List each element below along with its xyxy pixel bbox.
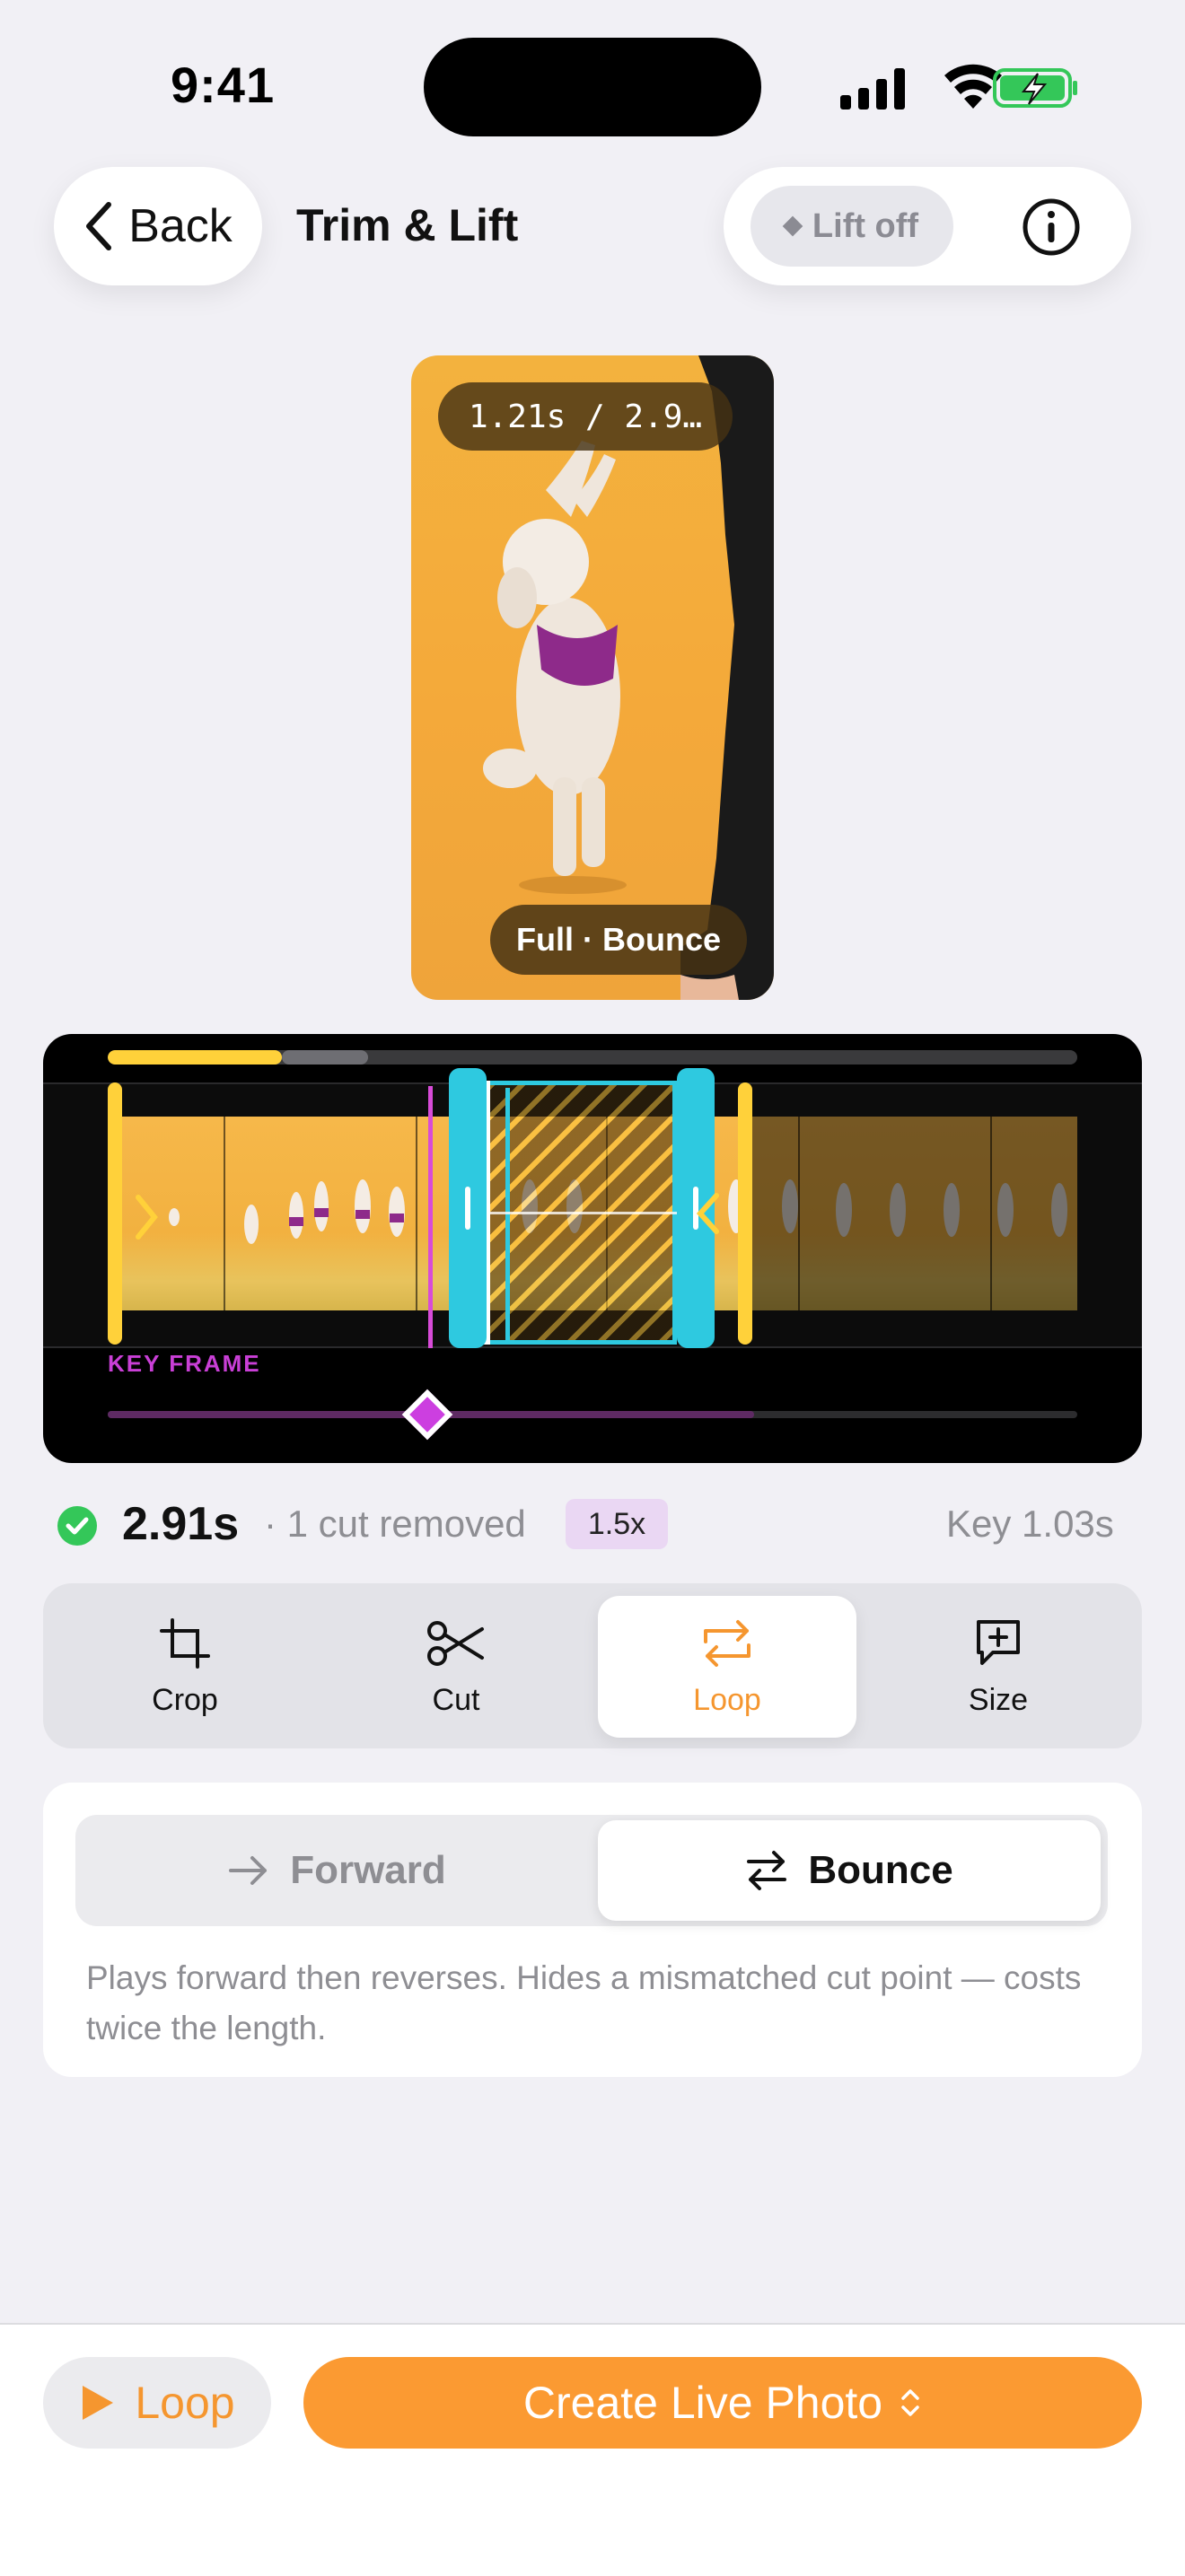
handle-grip xyxy=(465,1187,470,1230)
excluded-region xyxy=(749,1117,1077,1310)
tool-label: Size xyxy=(968,1682,1029,1717)
status-time: 9:41 xyxy=(171,57,276,113)
back-label: Back xyxy=(128,200,233,252)
create-live-photo-button[interactable]: Create Live Photo xyxy=(303,2357,1142,2449)
arrow-right-icon xyxy=(229,1856,268,1885)
tool-loop[interactable]: Loop xyxy=(598,1596,856,1738)
video-preview[interactable] xyxy=(411,355,774,1000)
key-time: Key 1.03s xyxy=(946,1503,1114,1545)
loop-mode-forward[interactable]: Forward xyxy=(81,1820,592,1921)
size-icon xyxy=(977,1619,1020,1665)
cellular-signal-icon xyxy=(840,68,905,110)
cuts-summary: · 1 cut removed xyxy=(264,1503,526,1545)
progress-buffer xyxy=(282,1050,368,1065)
play-icon xyxy=(83,2386,114,2420)
keyframe-marker xyxy=(428,1086,433,1348)
chevron-left-icon xyxy=(696,1193,719,1234)
keyframe-label: KEY FRAME xyxy=(108,1350,261,1377)
tool-cut[interactable]: Cut xyxy=(327,1596,585,1738)
tool-size[interactable]: Size xyxy=(869,1596,1128,1738)
loop-mode-bounce[interactable]: Bounce xyxy=(598,1820,1101,1921)
play-loop-button[interactable]: Loop xyxy=(43,2357,271,2449)
tool-crop[interactable]: Crop xyxy=(56,1596,314,1738)
crop-icon xyxy=(160,1617,210,1669)
bounce-label: Bounce xyxy=(808,1848,953,1892)
create-button-label: Create Live Photo xyxy=(522,2378,883,2428)
trim-start-handle[interactable] xyxy=(108,1082,122,1345)
speed-badge[interactable]: 1.5x xyxy=(566,1499,668,1549)
tool-label: Crop xyxy=(152,1682,218,1717)
selection-midline xyxy=(490,1212,677,1214)
dynamic-island xyxy=(424,38,761,136)
forward-label: Forward xyxy=(290,1848,446,1892)
scissors-icon xyxy=(427,1620,484,1666)
tool-label: Loop xyxy=(693,1682,761,1717)
cut-start-handle[interactable] xyxy=(449,1068,487,1348)
diamond-icon xyxy=(782,215,803,237)
trim-end-handle[interactable] xyxy=(738,1082,752,1345)
duration-value: 2.91s xyxy=(122,1498,240,1550)
tool-label: Cut xyxy=(432,1682,480,1717)
chevron-up-down-icon xyxy=(901,2389,919,2416)
loop-button-label: Loop xyxy=(135,2378,235,2428)
bounce-arrows-icon xyxy=(747,1851,787,1890)
time-readout: 1.21s / 2.9… xyxy=(438,382,733,451)
page-title: Trim & Lift xyxy=(296,200,519,250)
lift-toggle[interactable]: Lift off xyxy=(750,186,953,267)
progress-fill xyxy=(108,1050,282,1065)
loop-icon xyxy=(704,1619,750,1667)
mode-badge: Full · Bounce xyxy=(490,905,747,975)
playback-progress xyxy=(108,1050,1077,1065)
selection-playhead xyxy=(505,1088,510,1341)
chevron-left-icon xyxy=(86,202,112,250)
checkmark-icon xyxy=(57,1506,97,1546)
back-button[interactable]: Back xyxy=(54,167,262,285)
preview-image xyxy=(483,355,774,1000)
battery-charging-icon xyxy=(993,68,1077,108)
loop-mode-description: Plays forward then reverses. Hides a mis… xyxy=(86,1959,1082,2046)
info-icon[interactable] xyxy=(1022,197,1081,257)
lift-label: Lift off xyxy=(812,206,919,245)
status-icons xyxy=(840,64,1077,110)
